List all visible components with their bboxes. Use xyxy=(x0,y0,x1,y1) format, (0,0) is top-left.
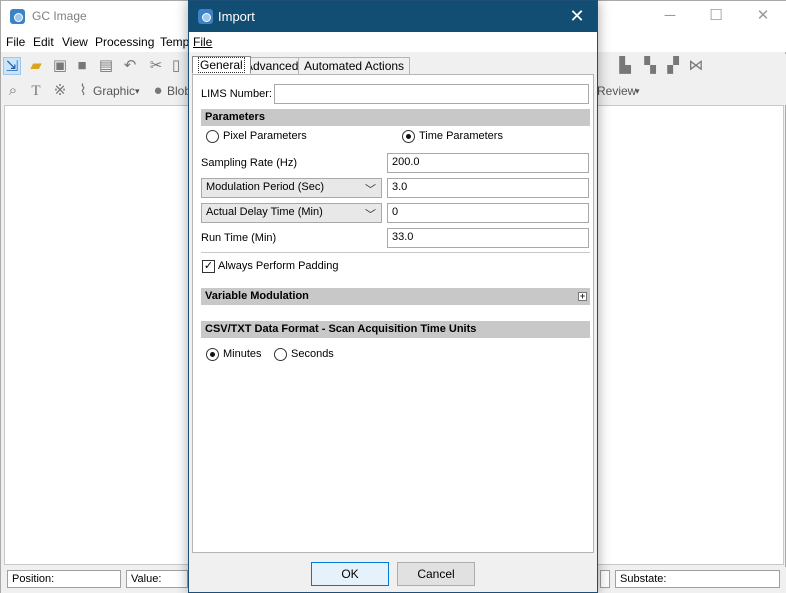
menu-template[interactable]: Temp xyxy=(160,35,189,49)
dialog-titlebar[interactable]: Import ✕ xyxy=(189,1,597,32)
always-padding-label[interactable]: Always Perform Padding xyxy=(218,260,338,272)
lims-number-input[interactable] xyxy=(274,84,589,104)
modulation-period-input[interactable]: 3.0 xyxy=(387,178,589,198)
minutes-radio[interactable] xyxy=(206,348,219,361)
menu-processing[interactable]: Processing xyxy=(95,35,154,49)
csv-format-header: CSV/TXT Data Format - Scan Acquisition T… xyxy=(201,321,590,338)
ok-button[interactable]: OK xyxy=(311,562,389,586)
time-parameters-radio[interactable] xyxy=(402,130,415,143)
zoom-icon[interactable]: ⌕ xyxy=(4,82,22,100)
status-field-partial xyxy=(600,570,610,588)
lims-label: LIMS Number: xyxy=(201,88,272,100)
dialog-title: Import xyxy=(218,9,255,24)
maximize-icon[interactable]: ☐ xyxy=(693,1,739,32)
export-icon[interactable]: ▣ xyxy=(51,57,69,75)
copy-icon[interactable]: ▯ xyxy=(167,57,185,75)
sampling-rate-label: Sampling Rate (Hz) xyxy=(201,157,297,169)
tool-icon-a[interactable]: ▙ xyxy=(616,57,634,75)
expand-plus-icon[interactable]: + xyxy=(578,292,587,301)
minimize-icon[interactable]: ─ xyxy=(647,1,693,32)
variable-modulation-header[interactable]: Variable Modulation + xyxy=(201,288,590,305)
scatter-tool-icon[interactable]: ※ xyxy=(51,82,69,100)
review-label[interactable]: Review xyxy=(597,84,636,98)
time-parameters-label[interactable]: Time Parameters xyxy=(419,130,503,142)
dialog-app-icon xyxy=(198,9,213,24)
save-icon[interactable]: ■ xyxy=(73,57,91,75)
undo-icon[interactable]: ↶ xyxy=(121,57,139,75)
seconds-label[interactable]: Seconds xyxy=(291,348,334,360)
tab-general-label: General xyxy=(198,57,245,73)
tool-icon-b[interactable]: ▚ xyxy=(641,57,659,75)
cancel-button[interactable]: Cancel xyxy=(397,562,475,586)
seconds-radio[interactable] xyxy=(274,348,287,361)
tool-icon-c[interactable]: ▞ xyxy=(664,57,682,75)
graphic-tool-icon[interactable]: ⌇ xyxy=(74,82,92,100)
status-position: Position: xyxy=(7,570,121,588)
main-window-title: GC Image xyxy=(32,9,87,23)
dialog-menubar: File xyxy=(189,32,597,52)
tool-icon-d[interactable]: ⋈ xyxy=(687,57,705,75)
import-dialog: Import ✕ File General Advanced Automated… xyxy=(188,0,598,593)
cut-icon[interactable]: ✂ xyxy=(147,57,165,75)
pixel-parameters-label[interactable]: Pixel Parameters xyxy=(223,130,307,142)
delay-time-input[interactable]: 0 xyxy=(387,203,589,223)
app-icon xyxy=(10,9,25,24)
status-value: Value: xyxy=(126,570,188,588)
close-icon[interactable]: ✕ xyxy=(557,1,597,32)
tab-automated-actions[interactable]: Automated Actions xyxy=(298,57,411,75)
parameters-divider xyxy=(201,252,590,253)
sampling-rate-input[interactable]: 200.0 xyxy=(387,153,589,173)
status-substate: Substate: xyxy=(615,570,780,588)
run-time-label: Run Time (Min) xyxy=(201,232,277,244)
dialog-menu-file[interactable]: File xyxy=(193,35,212,49)
delay-time-select[interactable]: Actual Delay Time (Min) ﹀ xyxy=(201,203,382,223)
parameters-header: Parameters xyxy=(201,109,590,126)
chevron-down-icon: ﹀ xyxy=(365,184,376,196)
general-panel: LIMS Number: Parameters Pixel Parameters… xyxy=(192,74,594,553)
print-icon[interactable]: ▤ xyxy=(97,57,115,75)
chevron-down-icon: ﹀ xyxy=(365,209,376,221)
tab-general[interactable]: General xyxy=(192,56,251,74)
delay-time-select-label: Actual Delay Time (Min) xyxy=(206,206,323,218)
graphic-label[interactable]: Graphic xyxy=(93,84,135,98)
variable-modulation-label: Variable Modulation xyxy=(205,290,309,302)
modulation-period-select-label: Modulation Period (Sec) xyxy=(206,181,325,193)
menu-view[interactable]: View xyxy=(62,35,88,49)
menu-edit[interactable]: Edit xyxy=(33,35,54,49)
always-padding-checkbox[interactable]: ✓ xyxy=(202,260,215,273)
minutes-label[interactable]: Minutes xyxy=(223,348,262,360)
graphic-dropdown-icon[interactable]: ▾ xyxy=(135,86,140,97)
open-folder-icon[interactable]: ▰ xyxy=(27,57,45,75)
modulation-period-select[interactable]: Modulation Period (Sec) ﹀ xyxy=(201,178,382,198)
review-dropdown-icon[interactable]: ▾ xyxy=(635,86,640,97)
pixel-parameters-radio[interactable] xyxy=(206,130,219,143)
import-icon[interactable]: ⇲ xyxy=(3,57,21,75)
blob-tool-icon[interactable]: ● xyxy=(149,82,167,100)
text-tool-icon[interactable]: T xyxy=(27,82,45,100)
run-time-input[interactable]: 33.0 xyxy=(387,228,589,248)
menu-file[interactable]: File xyxy=(6,35,25,49)
close-window-icon[interactable]: ✕ xyxy=(740,1,786,32)
